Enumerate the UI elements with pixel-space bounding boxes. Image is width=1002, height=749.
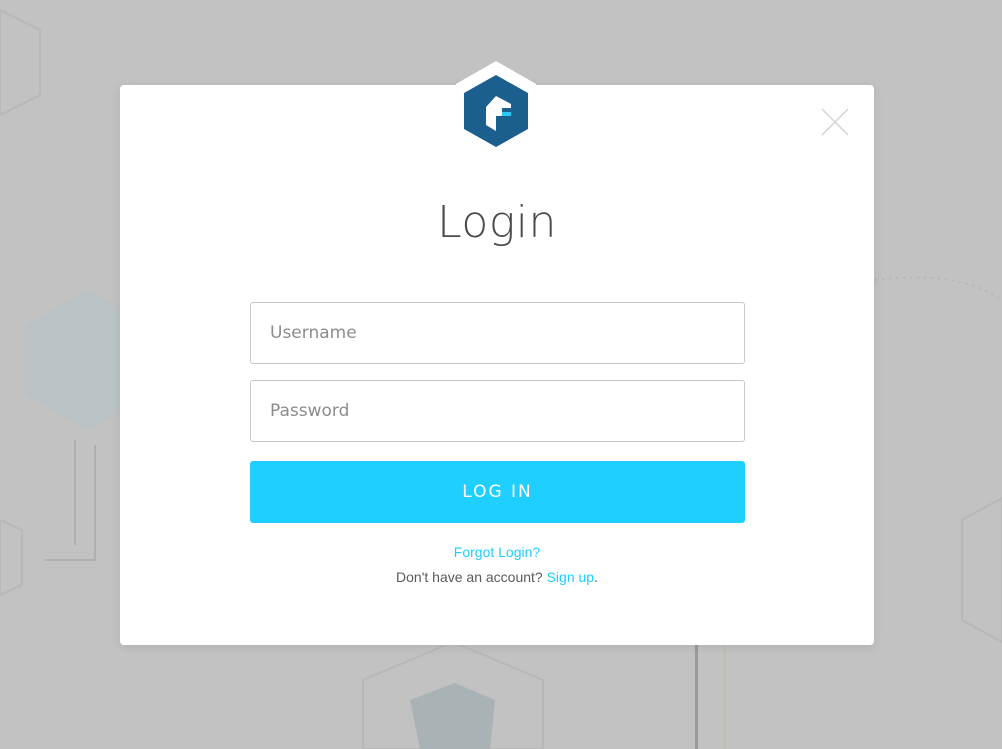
forgot-login-row: Forgot Login? [120, 544, 874, 560]
signup-row: Don't have an account? Sign up. [120, 569, 874, 585]
password-input[interactable] [250, 380, 745, 442]
forgot-login-link[interactable]: Forgot Login? [454, 544, 540, 560]
signup-prompt: Don't have an account? [396, 569, 547, 585]
brand-hexagon-logo-icon [456, 61, 536, 153]
login-button[interactable]: LOG IN [250, 461, 745, 523]
modal-backdrop[interactable]: Login LOG IN Forgot Login? Don't have an… [0, 0, 1002, 749]
modal-title: Login [437, 197, 557, 248]
username-input[interactable] [250, 302, 745, 364]
signup-suffix: . [594, 569, 598, 585]
brand-logo [456, 61, 536, 153]
signup-link[interactable]: Sign up [547, 569, 594, 585]
close-button[interactable] [820, 107, 850, 137]
close-icon [821, 108, 849, 136]
login-modal: Login LOG IN Forgot Login? Don't have an… [120, 61, 874, 645]
